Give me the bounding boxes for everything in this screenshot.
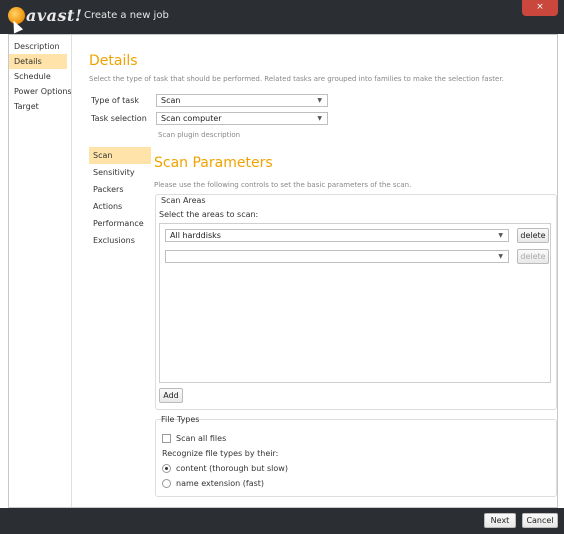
cancel-button[interactable]: Cancel xyxy=(522,513,558,528)
subnav-item-performance[interactable]: Performance xyxy=(89,215,151,232)
type-of-task-label: Type of task xyxy=(91,96,140,105)
task-selection-label: Task selection xyxy=(91,114,147,123)
task-selection-value: Scan computer xyxy=(161,114,222,123)
details-description: Select the type of task that should be p… xyxy=(89,75,504,83)
nav-item-details[interactable]: Details xyxy=(9,54,67,69)
window-title: Create a new job xyxy=(84,10,169,21)
scan-subnav: Scan Sensitivity Packers Actions Perform… xyxy=(89,147,151,249)
subnav-item-sensitivity[interactable]: Sensitivity xyxy=(89,164,151,181)
recognize-label: Recognize file types by their: xyxy=(162,449,279,458)
subnav-item-packers[interactable]: Packers xyxy=(89,181,151,198)
scan-area-select-2[interactable]: ▼ xyxy=(165,250,509,263)
scan-areas-list xyxy=(159,223,551,383)
scan-area-select-1[interactable]: All harddisks ▼ xyxy=(165,229,509,242)
subnav-item-actions[interactable]: Actions xyxy=(89,198,151,215)
nav-item-target[interactable]: Target xyxy=(9,99,67,114)
chevron-down-icon: ▼ xyxy=(498,253,503,260)
logo-text: avast! xyxy=(26,6,83,25)
scan-areas-title: Scan Areas xyxy=(161,196,206,205)
scan-area-value-1: All harddisks xyxy=(170,231,221,240)
extension-radio[interactable] xyxy=(162,479,171,488)
content-option-label: content (thorough but slow) xyxy=(176,464,288,473)
scan-parameters-description: Please use the following controls to set… xyxy=(154,181,412,189)
nav-divider xyxy=(71,35,72,507)
chevron-down-icon: ▼ xyxy=(498,232,503,239)
type-of-task-value: Scan xyxy=(161,96,181,105)
plugin-description: Scan plugin description xyxy=(158,131,241,139)
subnav-item-exclusions[interactable]: Exclusions xyxy=(89,232,151,249)
next-button[interactable]: Next xyxy=(484,513,516,528)
bottom-bar: Next Cancel xyxy=(0,508,564,534)
title-bar: avast! Create a new job × xyxy=(0,0,564,34)
task-selection-select[interactable]: Scan computer ▼ xyxy=(156,112,328,125)
chevron-down-icon: ▼ xyxy=(317,97,322,104)
scan-all-files-label: Scan all files xyxy=(176,434,227,443)
nav-item-power-options[interactable]: Power Options xyxy=(9,84,72,99)
nav-item-description[interactable]: Description xyxy=(9,39,67,54)
close-button[interactable]: × xyxy=(522,0,558,16)
add-area-button[interactable]: Add xyxy=(159,388,183,403)
type-of-task-select[interactable]: Scan ▼ xyxy=(156,94,328,107)
details-title: Details xyxy=(89,53,138,69)
delete-area-button-2[interactable]: delete xyxy=(517,249,549,264)
scan-all-files-checkbox[interactable] xyxy=(162,434,171,443)
dialog-content: Description Details Schedule Power Optio… xyxy=(8,34,558,508)
content-radio[interactable] xyxy=(162,464,171,473)
file-types-title: File Types xyxy=(161,415,200,424)
extension-option-label: name extension (fast) xyxy=(176,479,265,488)
scan-parameters-title: Scan Parameters xyxy=(154,155,273,171)
left-nav: Description Details Schedule Power Optio… xyxy=(9,39,72,114)
chevron-down-icon: ▼ xyxy=(317,115,322,122)
scan-areas-prompt: Select the areas to scan: xyxy=(159,210,259,219)
nav-item-schedule[interactable]: Schedule xyxy=(9,69,67,84)
delete-area-button-1[interactable]: delete xyxy=(517,228,549,243)
subnav-item-scan[interactable]: Scan xyxy=(89,147,151,164)
